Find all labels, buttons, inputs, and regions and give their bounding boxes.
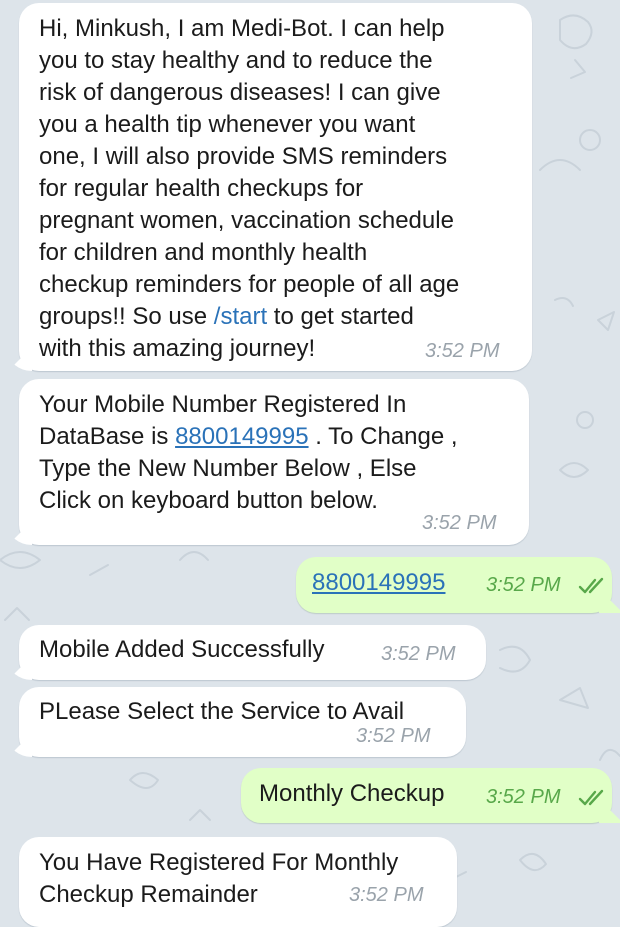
message-line: you a health tip whenever you want [39, 111, 416, 138]
message-text-segment: to get started [267, 303, 414, 330]
message-text: 8800149995 [312, 567, 445, 599]
message-bubble-outgoing-service: Monthly Checkup 3:52 PM [241, 768, 612, 823]
message-bubble-select-service: PLease Select the Service to Avail 3:52 … [19, 687, 466, 757]
message-text: Monthly Checkup [259, 780, 445, 807]
message-time: 3:52 PM [349, 884, 424, 906]
message-text: Mobile Added Successfully [39, 636, 325, 663]
message-time: 3:52 PM [422, 512, 497, 534]
double-check-icon [578, 789, 604, 806]
message-bubble-registered-number: Your Mobile Number Registered In DataBas… [19, 379, 529, 545]
bubble-tail [10, 351, 32, 371]
message-text: Hi, Minkush, I am Medi-Bot. I can help y… [39, 13, 529, 365]
bubble-tail [10, 660, 32, 680]
start-command-link[interactable]: /start [214, 303, 267, 330]
message-line: for children and monthly health [39, 239, 368, 266]
bubble-tail [10, 737, 32, 757]
message-text-segment: . To Change , [308, 423, 458, 450]
message-bubble-registered-monthly: You Have Registered For Monthly Checkup … [19, 837, 457, 927]
message-text-segment: DataBase is [39, 423, 176, 450]
message-line: you to stay healthy and to reduce the [39, 47, 433, 74]
message-line: Type the New Number Below , Else [39, 455, 417, 482]
message-time: 3:52 PM [381, 643, 456, 665]
message-bubble-mobile-added: Mobile Added Successfully 3:52 PM [19, 625, 486, 680]
phone-number-link[interactable]: 8800149995 [175, 423, 308, 450]
message-line: Your Mobile Number Registered In [39, 391, 407, 418]
message-time: 3:52 PM [425, 340, 500, 362]
message-line: groups!! So use /start to get started [39, 301, 529, 333]
message-text: PLease Select the Service to Avail [39, 698, 405, 725]
message-line: You Have Registered For Monthly [39, 849, 399, 876]
message-line: risk of dangerous diseases! I can give [39, 79, 441, 106]
message-time: 3:52 PM [486, 786, 561, 808]
message-bubble-greeting: Hi, Minkush, I am Medi-Bot. I can help y… [19, 3, 532, 371]
message-line: checkup reminders for people of all age [39, 271, 460, 298]
double-check-icon [578, 577, 604, 594]
message-line: DataBase is 8800149995 . To Change , [39, 421, 525, 453]
message-time: 3:52 PM [356, 725, 431, 747]
message-bubble-outgoing-phone: 8800149995 3:52 PM [296, 557, 612, 613]
message-time: 3:52 PM [486, 574, 561, 596]
message-text: Your Mobile Number Registered In DataBas… [39, 389, 525, 517]
message-line: for regular health checkups for [39, 175, 364, 202]
message-line: one, I will also provide SMS reminders [39, 143, 448, 170]
bubble-tail [599, 593, 620, 613]
message-line: Hi, Minkush, I am Medi-Bot. I can help [39, 15, 445, 42]
bubble-tail [10, 525, 32, 545]
message-line: pregnant women, vaccination schedule [39, 207, 454, 234]
phone-number-link[interactable]: 8800149995 [312, 569, 445, 596]
message-text-segment: groups!! So use [39, 303, 214, 330]
